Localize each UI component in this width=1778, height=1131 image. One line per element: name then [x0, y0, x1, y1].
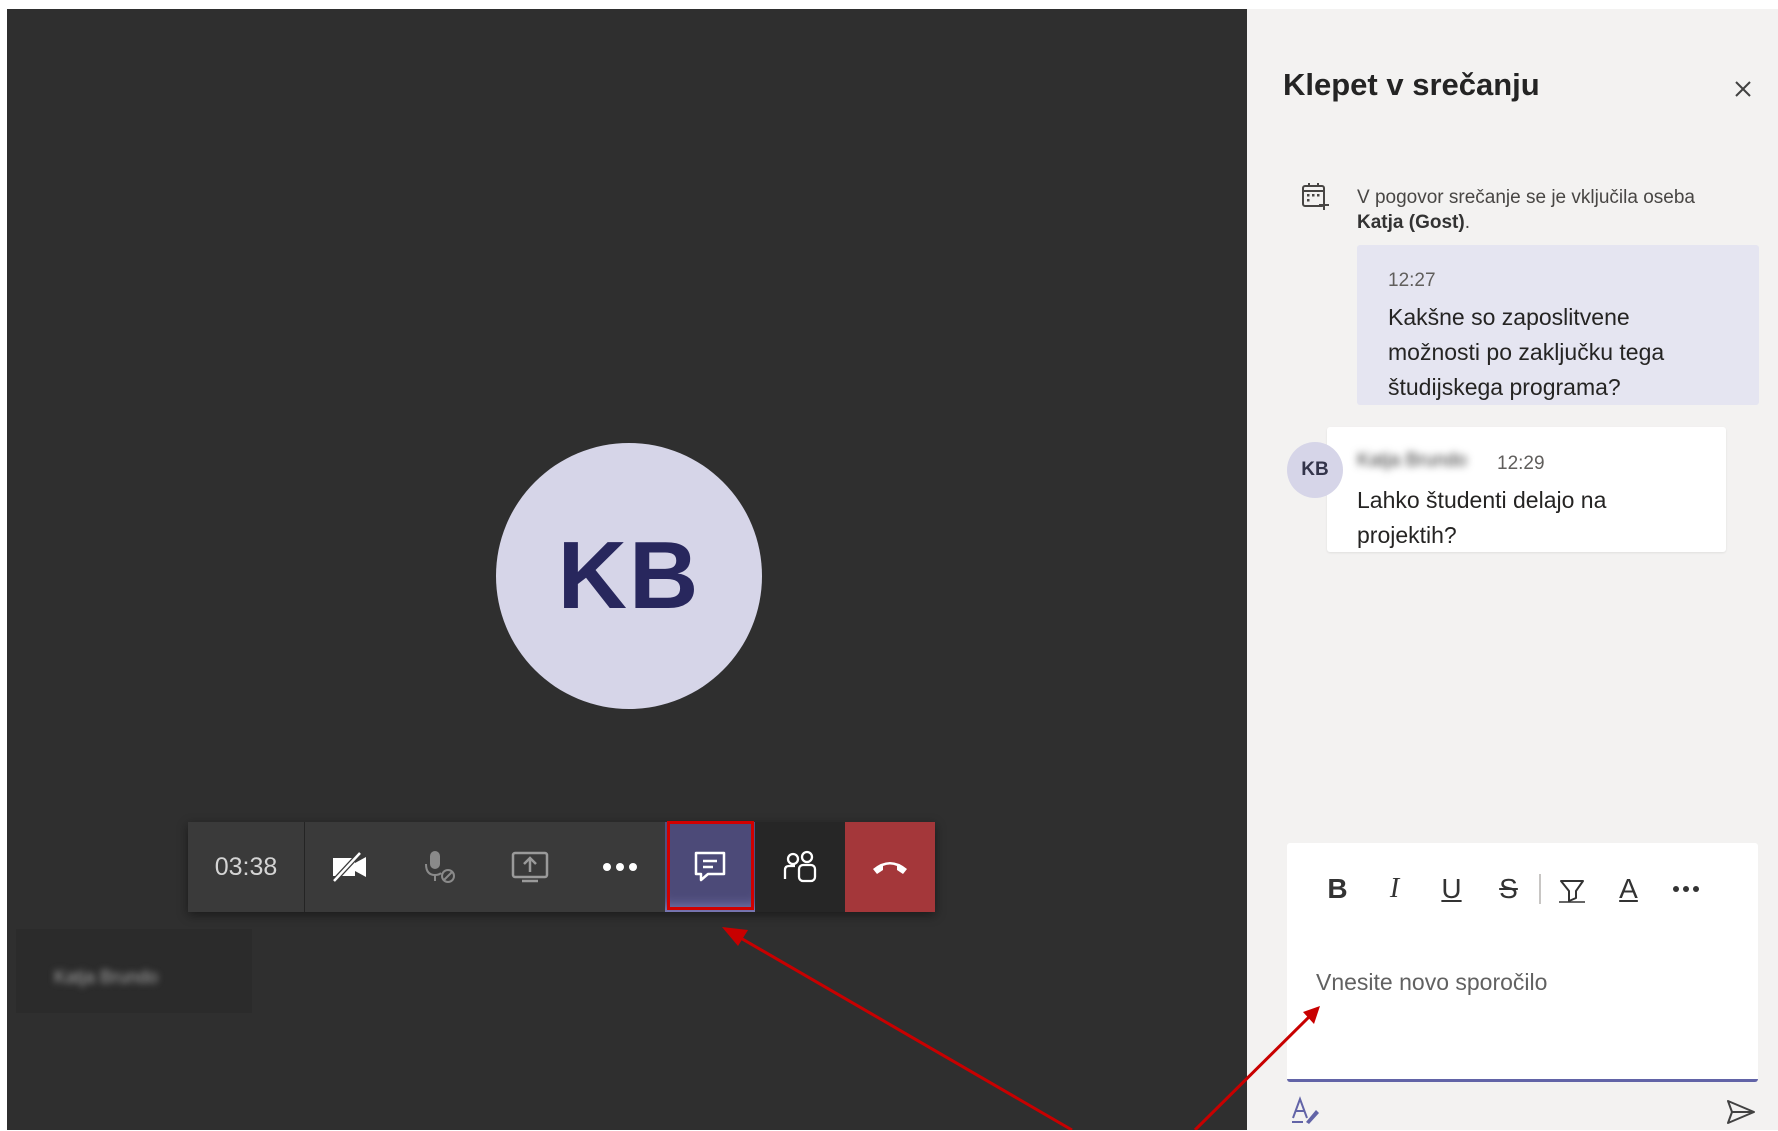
participant-avatar: KB — [496, 443, 762, 709]
underline-label: U — [1441, 873, 1462, 904]
participants-button[interactable] — [755, 822, 845, 912]
italic-button[interactable]: I — [1366, 869, 1423, 909]
message-input[interactable] — [1314, 926, 1738, 1038]
toolbar-divider — [1539, 874, 1541, 904]
share-screen-icon — [511, 851, 549, 883]
mic-toggle-button[interactable] — [395, 822, 485, 912]
share-screen-button[interactable] — [485, 822, 575, 912]
format-toolbar: B I U S A — [1309, 869, 1714, 909]
highlighter-icon — [1558, 880, 1585, 903]
more-format-button[interactable] — [1657, 869, 1714, 909]
call-toolbar: 03:38 — [188, 822, 935, 912]
chat-panel-title: Klepet v srečanju — [1283, 67, 1540, 102]
font-color-button[interactable]: A — [1600, 869, 1657, 909]
chat-panel: Klepet v srečanju V pogovor srečanje se … — [1247, 9, 1778, 1130]
message-sender: Katja Brundo — [1357, 450, 1467, 471]
participant-name: Katja Brundo — [54, 967, 159, 987]
format-icon — [1292, 1096, 1319, 1124]
system-message-text: V pogovor srečanje se je vključila oseba — [1357, 187, 1695, 208]
sender-avatar: KB — [1287, 442, 1343, 498]
system-message-person: Katja (Gost) — [1357, 212, 1465, 233]
people-icon — [783, 850, 817, 883]
more-icon — [603, 863, 637, 871]
close-icon — [1735, 81, 1751, 97]
more-actions-button[interactable] — [575, 822, 665, 912]
font-color-label: A — [1619, 873, 1638, 904]
underline-button[interactable]: U — [1423, 869, 1480, 909]
italic-label: I — [1389, 873, 1400, 904]
message-body: Kakšne so zaposlitvene možnosti po zaklj… — [1388, 304, 1665, 400]
highlight-button[interactable] — [1543, 869, 1600, 909]
close-chat-button[interactable] — [1727, 73, 1759, 105]
system-message-suffix: . — [1464, 212, 1470, 233]
hang-up-icon — [873, 862, 907, 874]
bold-label: B — [1327, 873, 1348, 904]
mic-off-icon — [425, 851, 455, 883]
send-button[interactable] — [1725, 1098, 1757, 1131]
video-stage: KB Katja Brundo — [7, 9, 1247, 1130]
compose-box: B I U S A — [1287, 843, 1758, 1082]
send-icon — [1727, 1100, 1755, 1124]
message-body: Lahko študenti delajo na projektih? — [1357, 487, 1607, 548]
calendar-add-icon — [1300, 181, 1330, 216]
participant-name-tag: Katja Brundo — [16, 929, 252, 1013]
strikethrough-label: S — [1499, 873, 1518, 904]
camera-toggle-button[interactable] — [305, 822, 395, 912]
chat-icon — [694, 851, 726, 882]
video-off-icon — [332, 851, 366, 883]
bold-button[interactable]: B — [1309, 869, 1366, 909]
hang-up-button[interactable] — [845, 822, 935, 912]
more-icon — [1672, 886, 1699, 892]
message-time: 12:27 — [1388, 270, 1436, 291]
chat-toggle-button[interactable] — [665, 822, 755, 912]
message-time: 12:29 — [1497, 453, 1545, 474]
format-toggle-button[interactable] — [1289, 1094, 1321, 1131]
chat-message: Katja Brundo 12:29 Lahko študenti delajo… — [1327, 427, 1726, 552]
call-timer: 03:38 — [188, 822, 305, 912]
chat-message: 12:27 Kakšne so zaposlitvene možnosti po… — [1357, 245, 1759, 405]
system-message: V pogovor srečanje se je vključila oseba… — [1357, 185, 1757, 235]
strikethrough-button[interactable]: S — [1480, 869, 1537, 909]
